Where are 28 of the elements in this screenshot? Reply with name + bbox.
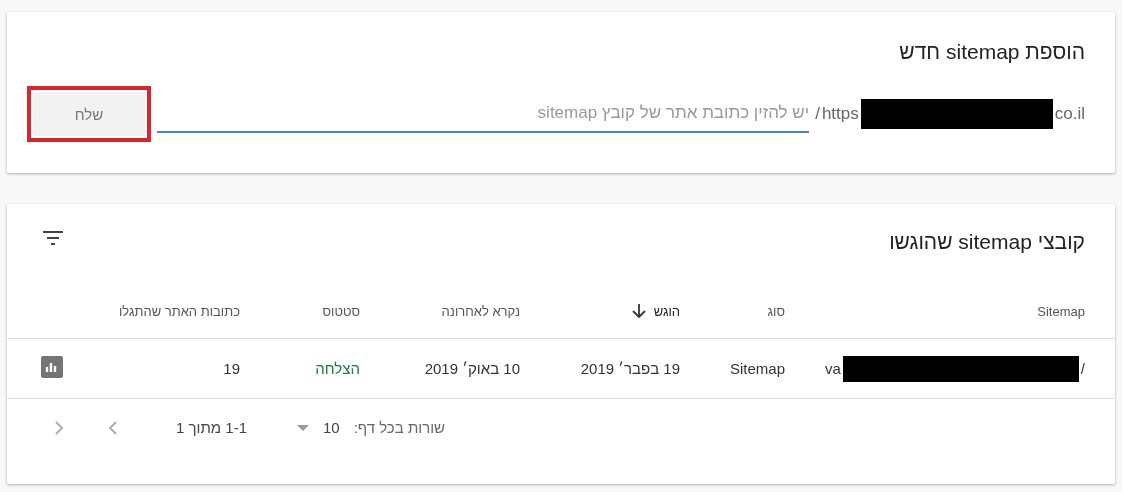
- column-header[interactable]: כתובות האתר שהתגלו: [118, 303, 240, 319]
- sort-down-icon[interactable]: [631, 303, 646, 319]
- table-cell: 19 בפבר׳ 2019: [580, 360, 680, 377]
- column-header[interactable]: סוג: [767, 303, 785, 319]
- column-header[interactable]: הוגש: [653, 303, 680, 319]
- url-text: https: [821, 104, 859, 124]
- card-title: קובצי sitemap שהוגשו: [889, 230, 1085, 254]
- column-header[interactable]: נקרא לאחרונה: [441, 303, 520, 319]
- url-text: /: [815, 104, 820, 124]
- rows-per-page-select[interactable]: 10: [297, 419, 340, 436]
- column-header[interactable]: Sitemap: [1037, 303, 1085, 319]
- dropdown-caret-icon[interactable]: [297, 424, 309, 431]
- previous-page-icon[interactable]: [54, 419, 65, 436]
- filter-icon[interactable]: [41, 230, 65, 246]
- table-cell: 10 באוק׳ 2019: [424, 360, 520, 377]
- url-text: co.il: [1054, 104, 1085, 124]
- table-cell: /: [1080, 360, 1085, 377]
- submit-button[interactable]: שלח: [33, 92, 145, 136]
- column-header[interactable]: סטטוס: [322, 303, 360, 319]
- card-title: הוספת sitemap חדש: [898, 40, 1085, 64]
- status-text: הצלחה: [315, 360, 360, 377]
- table-cell: va: [825, 360, 841, 377]
- table-cell: 19: [223, 360, 240, 377]
- bar-chart-icon[interactable]: [41, 356, 63, 378]
- rows-per-page-label: שורות בכל דף:: [353, 419, 445, 436]
- page-range: 1-1 מתוך 1: [176, 419, 247, 436]
- table-cell: Sitemap: [729, 360, 785, 377]
- next-page-icon[interactable]: [108, 419, 119, 436]
